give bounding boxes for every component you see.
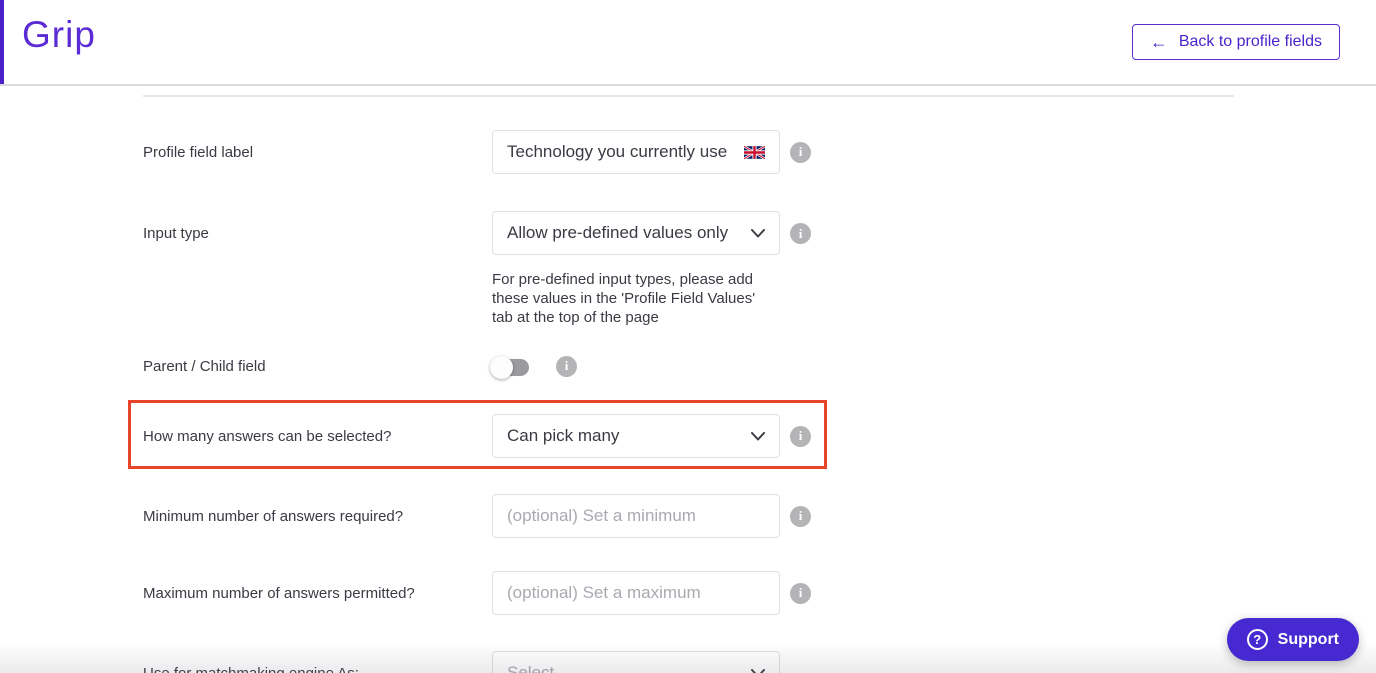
info-icon[interactable]: i (556, 355, 577, 377)
uk-flag-icon (744, 145, 765, 159)
support-button-label: Support (1277, 630, 1339, 648)
toggle-knob (490, 355, 513, 379)
info-icon[interactable]: i (790, 141, 811, 163)
info-icon[interactable]: i (790, 582, 811, 604)
top-header: Grip ← Back to profile fields (0, 0, 1376, 86)
profile-field-label-input-box (492, 130, 780, 174)
back-button-label: Back to profile fields (1178, 33, 1322, 50)
back-arrow-icon: ← (1149, 32, 1168, 52)
parent-child-toggle[interactable] (490, 355, 529, 379)
chevron-down-icon (751, 668, 765, 673)
row-matchmaking-engine: Use for matchmaking engine As: Select (0, 651, 1376, 673)
row-profile-field-label: Profile field label i (0, 130, 1376, 174)
left-accent-bar (0, 0, 4, 84)
field-label: Maximum number of answers permitted? (143, 584, 415, 602)
row-how-many-answers: How many answers can be selected? Can pi… (0, 400, 1376, 470)
info-icon[interactable]: i (790, 505, 811, 527)
back-to-profile-fields-button[interactable]: ← Back to profile fields (1131, 24, 1340, 60)
field-label: Input type (143, 224, 209, 242)
support-button[interactable]: ? Support (1226, 618, 1359, 661)
input-type-helper-text: For pre-defined input types, please add … (492, 271, 756, 327)
dropdown-placeholder: Select (507, 663, 555, 673)
maximum-answers-input-box (492, 571, 780, 616)
row-maximum-answers: Maximum number of answers permitted? i (0, 571, 1376, 616)
answers-count-dropdown[interactable]: Can pick many (492, 414, 780, 459)
field-label: Profile field label (143, 143, 254, 161)
info-icon[interactable]: i (790, 223, 811, 244)
matchmaking-dropdown[interactable]: Select (492, 651, 780, 673)
field-label: Minimum number of answers required? (143, 507, 404, 525)
input-type-dropdown[interactable]: Allow pre-defined values only (492, 211, 780, 255)
chevron-down-icon (751, 228, 765, 238)
dropdown-selected-value: Allow pre-defined values only (507, 223, 729, 242)
field-label: How many answers can be selected? (143, 427, 392, 445)
info-icon[interactable]: i (790, 425, 811, 447)
form-content: Profile field label i Input type (0, 95, 1376, 673)
grip-logo: Grip (22, 14, 96, 55)
field-label: Use for matchmaking engine As: (143, 665, 492, 673)
row-input-type: Input type Allow pre-defined values only… (0, 211, 1376, 327)
chevron-down-icon (751, 431, 765, 441)
dropdown-selected-value: Can pick many (507, 426, 620, 446)
field-label: Parent / Child field (143, 357, 266, 375)
minimum-answers-input[interactable] (507, 506, 765, 527)
maximum-answers-input[interactable] (507, 583, 765, 604)
profile-field-label-input[interactable] (507, 142, 736, 162)
question-mark-icon: ? (1246, 629, 1268, 650)
row-minimum-answers: Minimum number of answers required? i (0, 494, 1376, 539)
content-divider (143, 95, 1234, 97)
minimum-answers-input-box (492, 494, 780, 539)
row-parent-child-field: Parent / Child field i (0, 348, 1376, 384)
